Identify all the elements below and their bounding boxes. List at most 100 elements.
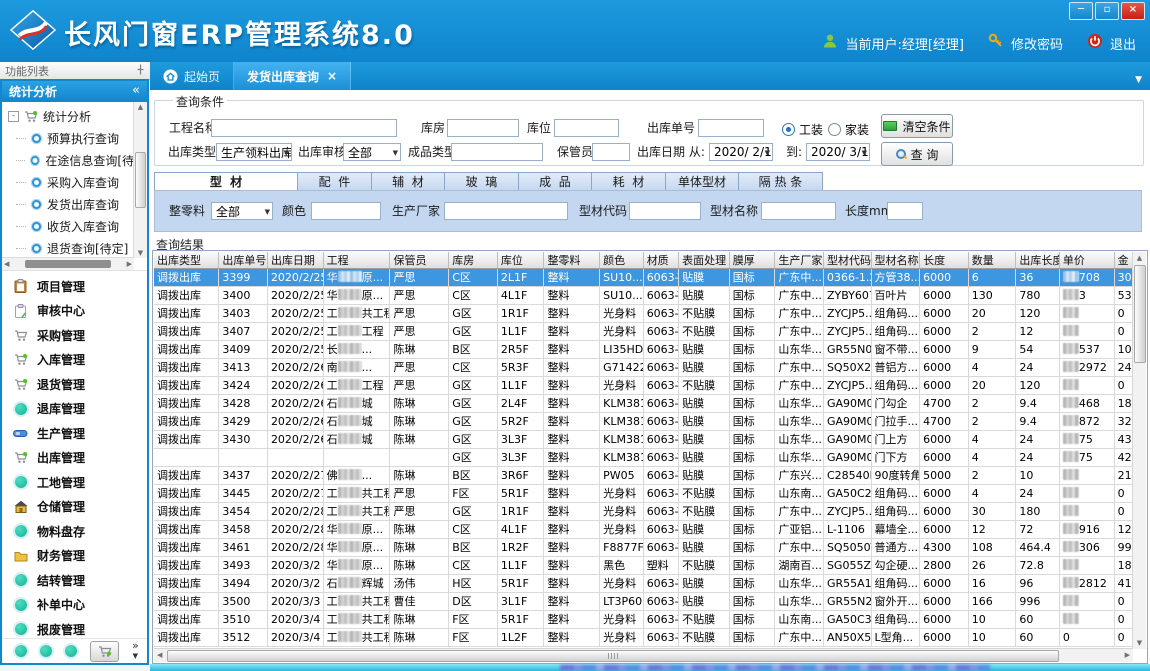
sidebar-item-仓储管理[interactable]: 仓储管理: [2, 495, 147, 520]
color-input[interactable]: [311, 202, 381, 220]
column-header[interactable]: 库位: [497, 252, 544, 269]
table-row[interactable]: G区3L3F整料KLM38176063-T5贴膜国标山东华...GA90M09.…: [154, 449, 1133, 467]
tab-发货出库查询[interactable]: 发货出库查询×: [234, 62, 351, 90]
sidebar-section-header[interactable]: 统计分析 «: [2, 81, 147, 102]
sidebar-item-物料盘存[interactable]: 物料盘存: [2, 519, 147, 544]
column-header[interactable]: 单价: [1059, 252, 1114, 269]
column-header[interactable]: 金: [1114, 252, 1132, 269]
sidebar-item-结转管理[interactable]: 结转管理: [2, 568, 147, 593]
collapse-icon[interactable]: «: [132, 83, 140, 102]
profile-code-input[interactable]: [629, 202, 701, 220]
table-row[interactable]: 调拨出库34002020/2/25华原...严思C区4L1F整料SU10...6…: [154, 287, 1133, 305]
table-row[interactable]: 调拨出库34132020/2/26南...严思C区5R3F整料G71422606…: [154, 359, 1133, 377]
table-row[interactable]: 调拨出库33992020/2/25华原...严思C区2L1F整料SU10...6…: [154, 269, 1133, 287]
scroll-right-icon[interactable]: ▶: [1125, 651, 1130, 659]
column-header[interactable]: 出库类型: [154, 252, 219, 269]
radio-home-install[interactable]: 家装: [828, 121, 869, 138]
project-name-input[interactable]: [211, 119, 397, 137]
tree-vscroll-thumb[interactable]: [135, 152, 146, 208]
scroll-up-icon[interactable]: ▲: [1133, 254, 1146, 262]
collapsed-module-icon[interactable]: [15, 645, 27, 657]
collapsed-module-icon[interactable]: [40, 645, 52, 657]
tree-item[interactable]: 发货出库查询: [2, 193, 134, 215]
table-row[interactable]: 调拨出库34372020/2/27佛...陈琳B区3R6F整料PW056063-…: [154, 467, 1133, 485]
product-type-input[interactable]: [451, 143, 543, 161]
sidebar-item-项目管理[interactable]: 项目管理: [2, 274, 147, 299]
tab-起始页[interactable]: 起始页: [150, 62, 234, 90]
table-row[interactable]: 调拨出库34542020/2/28工共工程严思G区1R1F整料光身料6063-T…: [154, 503, 1133, 521]
column-header[interactable]: 整零料: [544, 252, 600, 269]
scroll-left-icon[interactable]: ◀: [157, 651, 162, 659]
table-row[interactable]: 调拨出库34242020/2/26工工程严思G区1L1F整料光身料6063-T5…: [154, 377, 1133, 395]
tree-hscroll-thumb[interactable]: [25, 260, 111, 268]
tree-item[interactable]: 预算执行查询: [2, 127, 134, 149]
sidebar-item-退货管理[interactable]: 退货管理: [2, 372, 147, 397]
scroll-up-icon[interactable]: ▲: [138, 103, 143, 111]
material-tab-隔热条[interactable]: 隔 热 条: [739, 172, 823, 191]
tree-item[interactable]: 在途信息查询[待: [2, 149, 134, 171]
date-to-select[interactable]: 2020/ 3/16▼: [806, 143, 870, 161]
warehouse-input[interactable]: [447, 119, 519, 137]
tree-item[interactable]: 采购入库查询: [2, 171, 134, 193]
sidebar-item-补单中心[interactable]: 补单中心: [2, 593, 147, 618]
table-row[interactable]: 调拨出库34282020/2/26石城陈琳G区2L4F整料KLM38176063…: [154, 395, 1133, 413]
minimize-button[interactable]: ─: [1069, 2, 1093, 20]
column-header[interactable]: 出库日期: [267, 252, 323, 269]
scroll-down-icon[interactable]: ▼: [138, 249, 143, 257]
table-row[interactable]: 调拨出库34942020/3/2石辉城汤伟H区5R1F整料光身料6063-T5贴…: [154, 575, 1133, 593]
table-row[interactable]: 调拨出库34302020/2/26石城陈琳G区3L3F整料KLM38176063…: [154, 431, 1133, 449]
table-row[interactable]: 调拨出库34932020/3/2华原...陈琳C区1L1F整料黑色塑料不贴膜国标…: [154, 557, 1133, 575]
column-header[interactable]: 库房: [449, 252, 498, 269]
sidebar-item-报废管理[interactable]: 报废管理: [2, 617, 147, 638]
sidebar-item-退库管理[interactable]: 退库管理: [2, 397, 147, 422]
keeper-input[interactable]: [592, 143, 630, 161]
more-chevron-icon[interactable]: »▼: [132, 641, 139, 661]
sidebar-item-入库管理[interactable]: 入库管理: [2, 348, 147, 373]
material-tab-型材[interactable]: 型 材: [154, 172, 298, 191]
scroll-down-icon[interactable]: ▼: [1133, 639, 1146, 647]
order-no-input[interactable]: [698, 119, 764, 137]
audit-select[interactable]: 全部▼: [343, 143, 401, 161]
close-button[interactable]: ×: [1121, 2, 1145, 20]
material-tab-配件[interactable]: 配 件: [298, 172, 372, 191]
table-row[interactable]: 调拨出库34092020/2/25长...陈琳B区2R5F整料LI35HD606…: [154, 341, 1133, 359]
grid-horizontal-scrollbar[interactable]: ◀ ▶: [154, 648, 1133, 662]
material-tab-辅材[interactable]: 辅 材: [372, 172, 445, 191]
whole-piece-select[interactable]: 全部▼: [211, 202, 273, 220]
table-row[interactable]: 调拨出库34452020/2/27工共工程严思F区5R1F整料光身料6063-T…: [154, 485, 1133, 503]
change-password-link[interactable]: 修改密码: [1011, 34, 1063, 53]
column-header[interactable]: 膜厚: [729, 252, 775, 269]
sidebar-item-采购管理[interactable]: 采购管理: [2, 323, 147, 348]
column-header[interactable]: 颜色: [600, 252, 644, 269]
radio-work-install[interactable]: 工装: [782, 121, 823, 138]
sidebar-item-生产管理[interactable]: 生产管理: [2, 421, 147, 446]
table-row[interactable]: 调拨出库34292020/2/26石城陈琳G区5R2F整料KLM38176063…: [154, 413, 1133, 431]
manufacturer-input[interactable]: [444, 202, 568, 220]
table-row[interactable]: 调拨出库35002020/3/3工共工程曹佳D区3L1F整料LT3P606063…: [154, 593, 1133, 611]
sidebar-item-财务管理[interactable]: 财务管理: [2, 544, 147, 569]
column-header[interactable]: 数量: [968, 252, 1016, 269]
scroll-left-icon[interactable]: ◀: [4, 260, 9, 268]
column-header[interactable]: 型材代码: [823, 252, 871, 269]
location-input[interactable]: [554, 119, 619, 137]
material-tab-单体型材[interactable]: 单体型材: [666, 172, 739, 191]
material-tab-成品[interactable]: 成 品: [519, 172, 592, 191]
clear-conditions-button[interactable]: 清空条件: [881, 114, 953, 138]
sidebar-item-审核中心[interactable]: 审核中心: [2, 299, 147, 324]
column-header[interactable]: 出库长度: [1016, 252, 1060, 269]
material-tab-耗材[interactable]: 耗 材: [592, 172, 666, 191]
collapsed-module-icon[interactable]: [65, 645, 77, 657]
length-input[interactable]: [887, 202, 923, 220]
sidebar-item-工地管理[interactable]: 工地管理: [2, 470, 147, 495]
column-header[interactable]: 保管员: [390, 252, 449, 269]
tree-horizontal-scrollbar[interactable]: ◀ ▶: [2, 257, 134, 270]
table-row[interactable]: 调拨出库35102020/3/4工共工程陈琳F区5R1F整料光身料6063-T5…: [154, 611, 1133, 629]
tab-list-caret-icon[interactable]: ▼: [1135, 75, 1142, 85]
column-header[interactable]: 工程: [323, 252, 390, 269]
column-header[interactable]: 表面处理: [679, 252, 730, 269]
search-button[interactable]: 查 询: [881, 142, 953, 166]
scroll-right-icon[interactable]: ▶: [127, 260, 132, 268]
tree-root[interactable]: -统计分析: [2, 105, 134, 127]
grid-hscroll-thumb[interactable]: [167, 650, 1059, 662]
out-type-select[interactable]: 生产领料出库▼: [216, 143, 292, 161]
